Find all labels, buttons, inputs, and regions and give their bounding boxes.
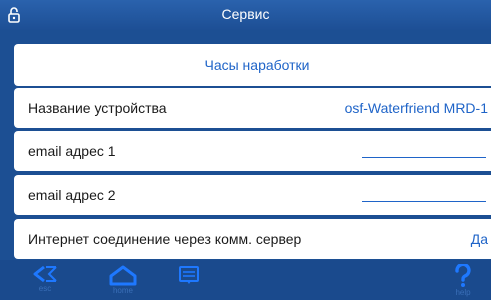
- menu-button[interactable]: [178, 264, 200, 298]
- home-icon: [109, 265, 137, 286]
- internet-connection-row[interactable]: Интернет соединение через комм. сервер Д…: [14, 219, 491, 259]
- email-2-field[interactable]: [362, 201, 486, 202]
- email-2-label: email адрес 2: [28, 187, 116, 203]
- title-bar: Сервис: [0, 0, 491, 30]
- internet-connection-value[interactable]: Да: [471, 219, 488, 259]
- email-1-label: email адрес 1: [28, 143, 116, 159]
- email-1-field[interactable]: [362, 157, 486, 158]
- back-arrow-icon: [33, 265, 57, 283]
- window-title: Сервис: [221, 6, 270, 22]
- home-button[interactable]: home: [105, 264, 141, 298]
- question-mark-icon: [455, 264, 471, 287]
- esc-label: esc: [38, 284, 52, 293]
- internet-connection-label: Интернет соединение через комм. сервер: [28, 231, 302, 247]
- device-name-value[interactable]: osf-Waterfriend MRD-1: [345, 88, 488, 128]
- operating-hours-button[interactable]: Часы наработки: [14, 44, 491, 86]
- device-name-row[interactable]: Название устройства osf-Waterfriend MRD-…: [14, 88, 491, 128]
- email-1-row[interactable]: email адрес 1: [14, 131, 491, 171]
- menu-icon: [179, 266, 199, 284]
- esc-button[interactable]: esc: [30, 264, 60, 298]
- help-button[interactable]: help: [445, 264, 481, 298]
- bottom-toolbar: esc home help: [0, 260, 491, 300]
- help-label: help: [455, 288, 471, 297]
- device-name-label: Название устройства: [28, 100, 167, 116]
- email-2-row[interactable]: email адрес 2: [14, 175, 491, 215]
- home-label: home: [112, 286, 133, 295]
